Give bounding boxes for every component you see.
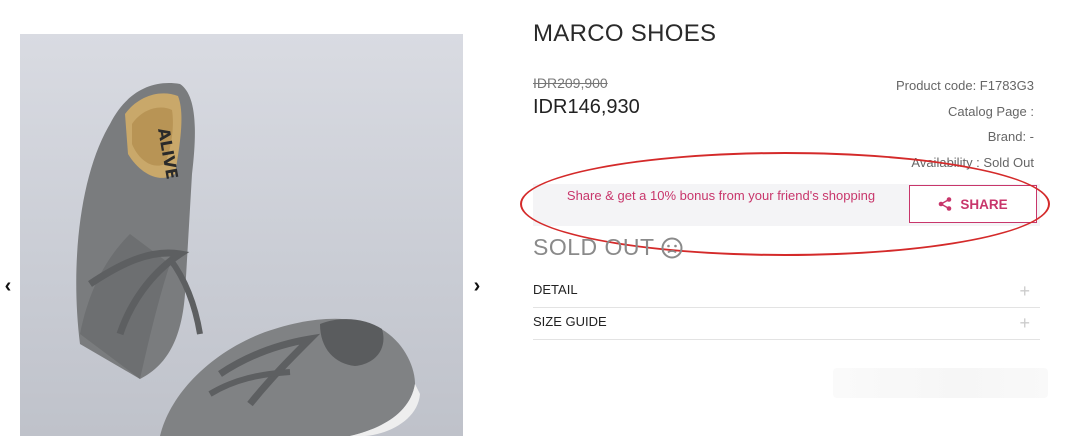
original-price: IDR209,900: [533, 75, 608, 91]
shoe-illustration: ALIVE: [76, 83, 420, 436]
catalog-page: Catalog Page :: [947, 103, 1034, 119]
share-promo-text: Share & get a 10% bonus from your friend…: [566, 188, 876, 203]
share-icon: [939, 197, 952, 211]
share-bar: Share & get a 10% bonus from your friend…: [533, 184, 1040, 226]
gallery-next-button[interactable]: ›: [469, 276, 485, 296]
gallery-prev-button[interactable]: ‹: [0, 276, 16, 296]
faded-action-area: [833, 368, 1048, 398]
sold-out-label: SOLD OUT: [533, 234, 655, 260]
share-button[interactable]: SHARE: [909, 185, 1037, 223]
product-title: MARCO SHOES: [533, 20, 717, 47]
accordion-detail-label: DETAIL: [533, 282, 578, 297]
sold-out-status: SOLD OUT: [533, 234, 683, 261]
chevron-right-icon: ›: [473, 275, 481, 297]
product-image[interactable]: ALIVE: [20, 34, 463, 436]
plus-icon: +: [1019, 281, 1030, 301]
accordion-detail[interactable]: DETAIL +: [533, 277, 1040, 308]
product-code: Product code: F1783G3: [895, 78, 1034, 93]
share-button-label: SHARE: [960, 196, 1008, 212]
plus-icon: +: [1019, 313, 1030, 333]
accordion-size-guide-label: SIZE GUIDE: [533, 314, 607, 329]
product-meta: Product code: F1783G3 Catalog Page : Bra…: [896, 73, 1034, 175]
sale-price: IDR146,930: [533, 96, 640, 118]
brand: Brand: -: [987, 129, 1034, 144]
accordion-size-guide[interactable]: SIZE GUIDE +: [533, 309, 1040, 340]
chevron-left-icon: ‹: [4, 275, 12, 297]
sad-face-icon: [661, 237, 683, 258]
availability: Availability : Sold Out: [911, 154, 1034, 170]
